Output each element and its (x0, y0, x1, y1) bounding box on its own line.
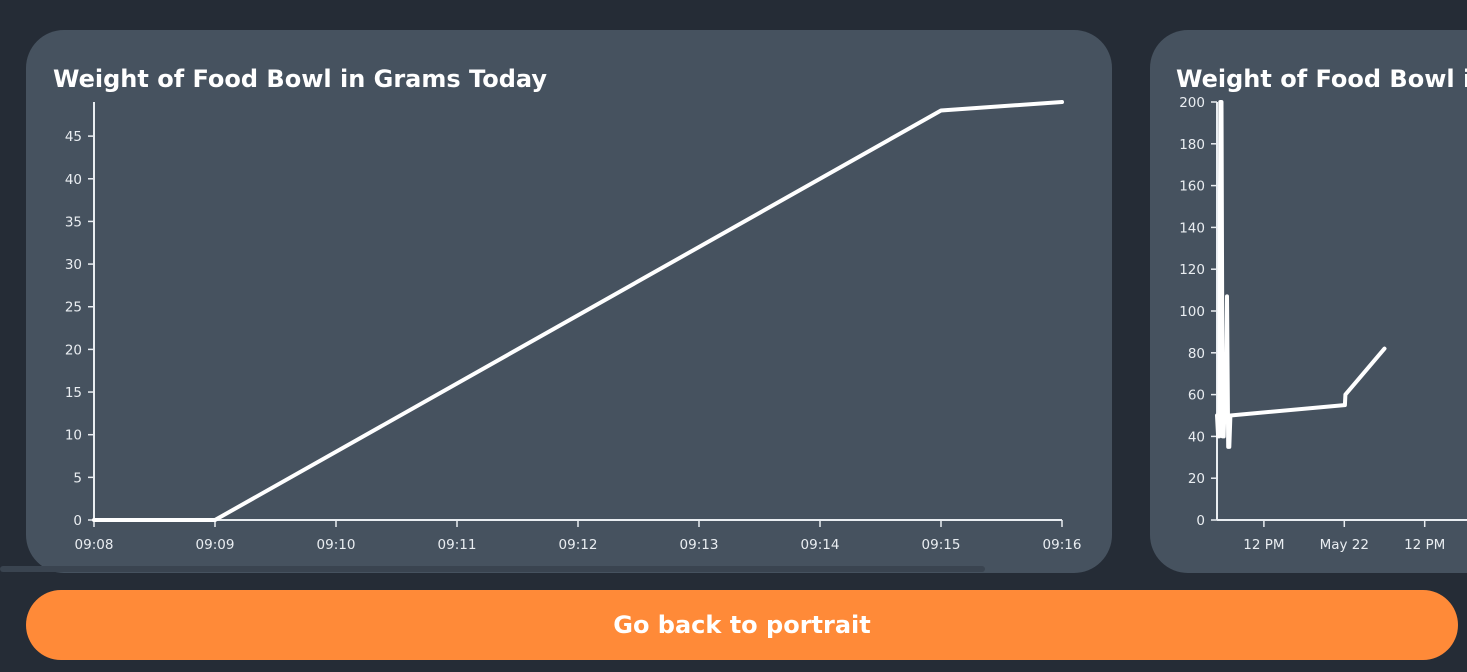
x-tick-label: 09:08 (75, 537, 114, 553)
y-tick-label: 25 (65, 300, 82, 316)
chart-today: 0 5 10 15 20 25 30 35 40 45 09:08 09:09 09:10 09:11 09… (65, 100, 1082, 553)
go-back-to-portrait-button[interactable]: Go back to portrait (26, 590, 1458, 660)
y-tick-label: 40 (1188, 429, 1205, 445)
chart-history: 0 20 40 60 80 100 120 140 160 180 200 12 PM May 22 12… (1179, 95, 1467, 553)
series-line (92, 100, 1064, 522)
y-tick-label: 60 (1188, 388, 1205, 404)
y-tick-label: 0 (1196, 513, 1205, 529)
y-tick-label: 80 (1188, 346, 1205, 362)
horizontal-scrollbar[interactable] (0, 566, 985, 572)
y-tick-label: 35 (65, 214, 82, 230)
y-tick-label: 40 (65, 172, 82, 188)
x-tick-label: 09:13 (680, 537, 719, 553)
series-line (1215, 100, 1387, 449)
y-tick-label: 0 (73, 513, 82, 529)
y-tick-label: 160 (1179, 179, 1205, 195)
chart-card-history: Weight of Food Bowl in Grams 02040608010… (1150, 30, 1467, 573)
y-tick-label: 45 (65, 129, 82, 145)
chart-card-today: Weight of Food Bowl in Grams Today 0 5 10 1… (26, 30, 1112, 573)
x-tick-label: 09:15 (922, 537, 961, 553)
x-tick-label: 09:14 (801, 537, 840, 553)
y-tick-label: 20 (65, 342, 82, 358)
y-tick-label: 15 (65, 385, 82, 401)
x-tick-label: May 22 (1320, 537, 1369, 553)
x-tick-label: 09:11 (438, 537, 477, 553)
x-tick-label: 09:09 (196, 537, 235, 553)
x-tick-label: 09:12 (559, 537, 598, 553)
x-tick-label: 09:16 (1043, 537, 1082, 553)
y-tick-label: 20 (1188, 471, 1205, 487)
y-tick-label: 30 (65, 257, 82, 273)
y-tick-label: 100 (1179, 304, 1205, 320)
x-tick-label: 12 PM (1404, 537, 1445, 553)
x-tick-label: 09:10 (317, 537, 356, 553)
y-tick-label: 180 (1179, 137, 1205, 153)
y-tick-label: 140 (1179, 220, 1205, 236)
y-tick-label: 10 (65, 428, 82, 444)
x-tick-label: 12 PM (1243, 537, 1284, 553)
y-tick-label: 200 (1179, 95, 1205, 111)
y-tick-label: 120 (1179, 262, 1205, 278)
y-tick-label: 5 (73, 470, 82, 486)
